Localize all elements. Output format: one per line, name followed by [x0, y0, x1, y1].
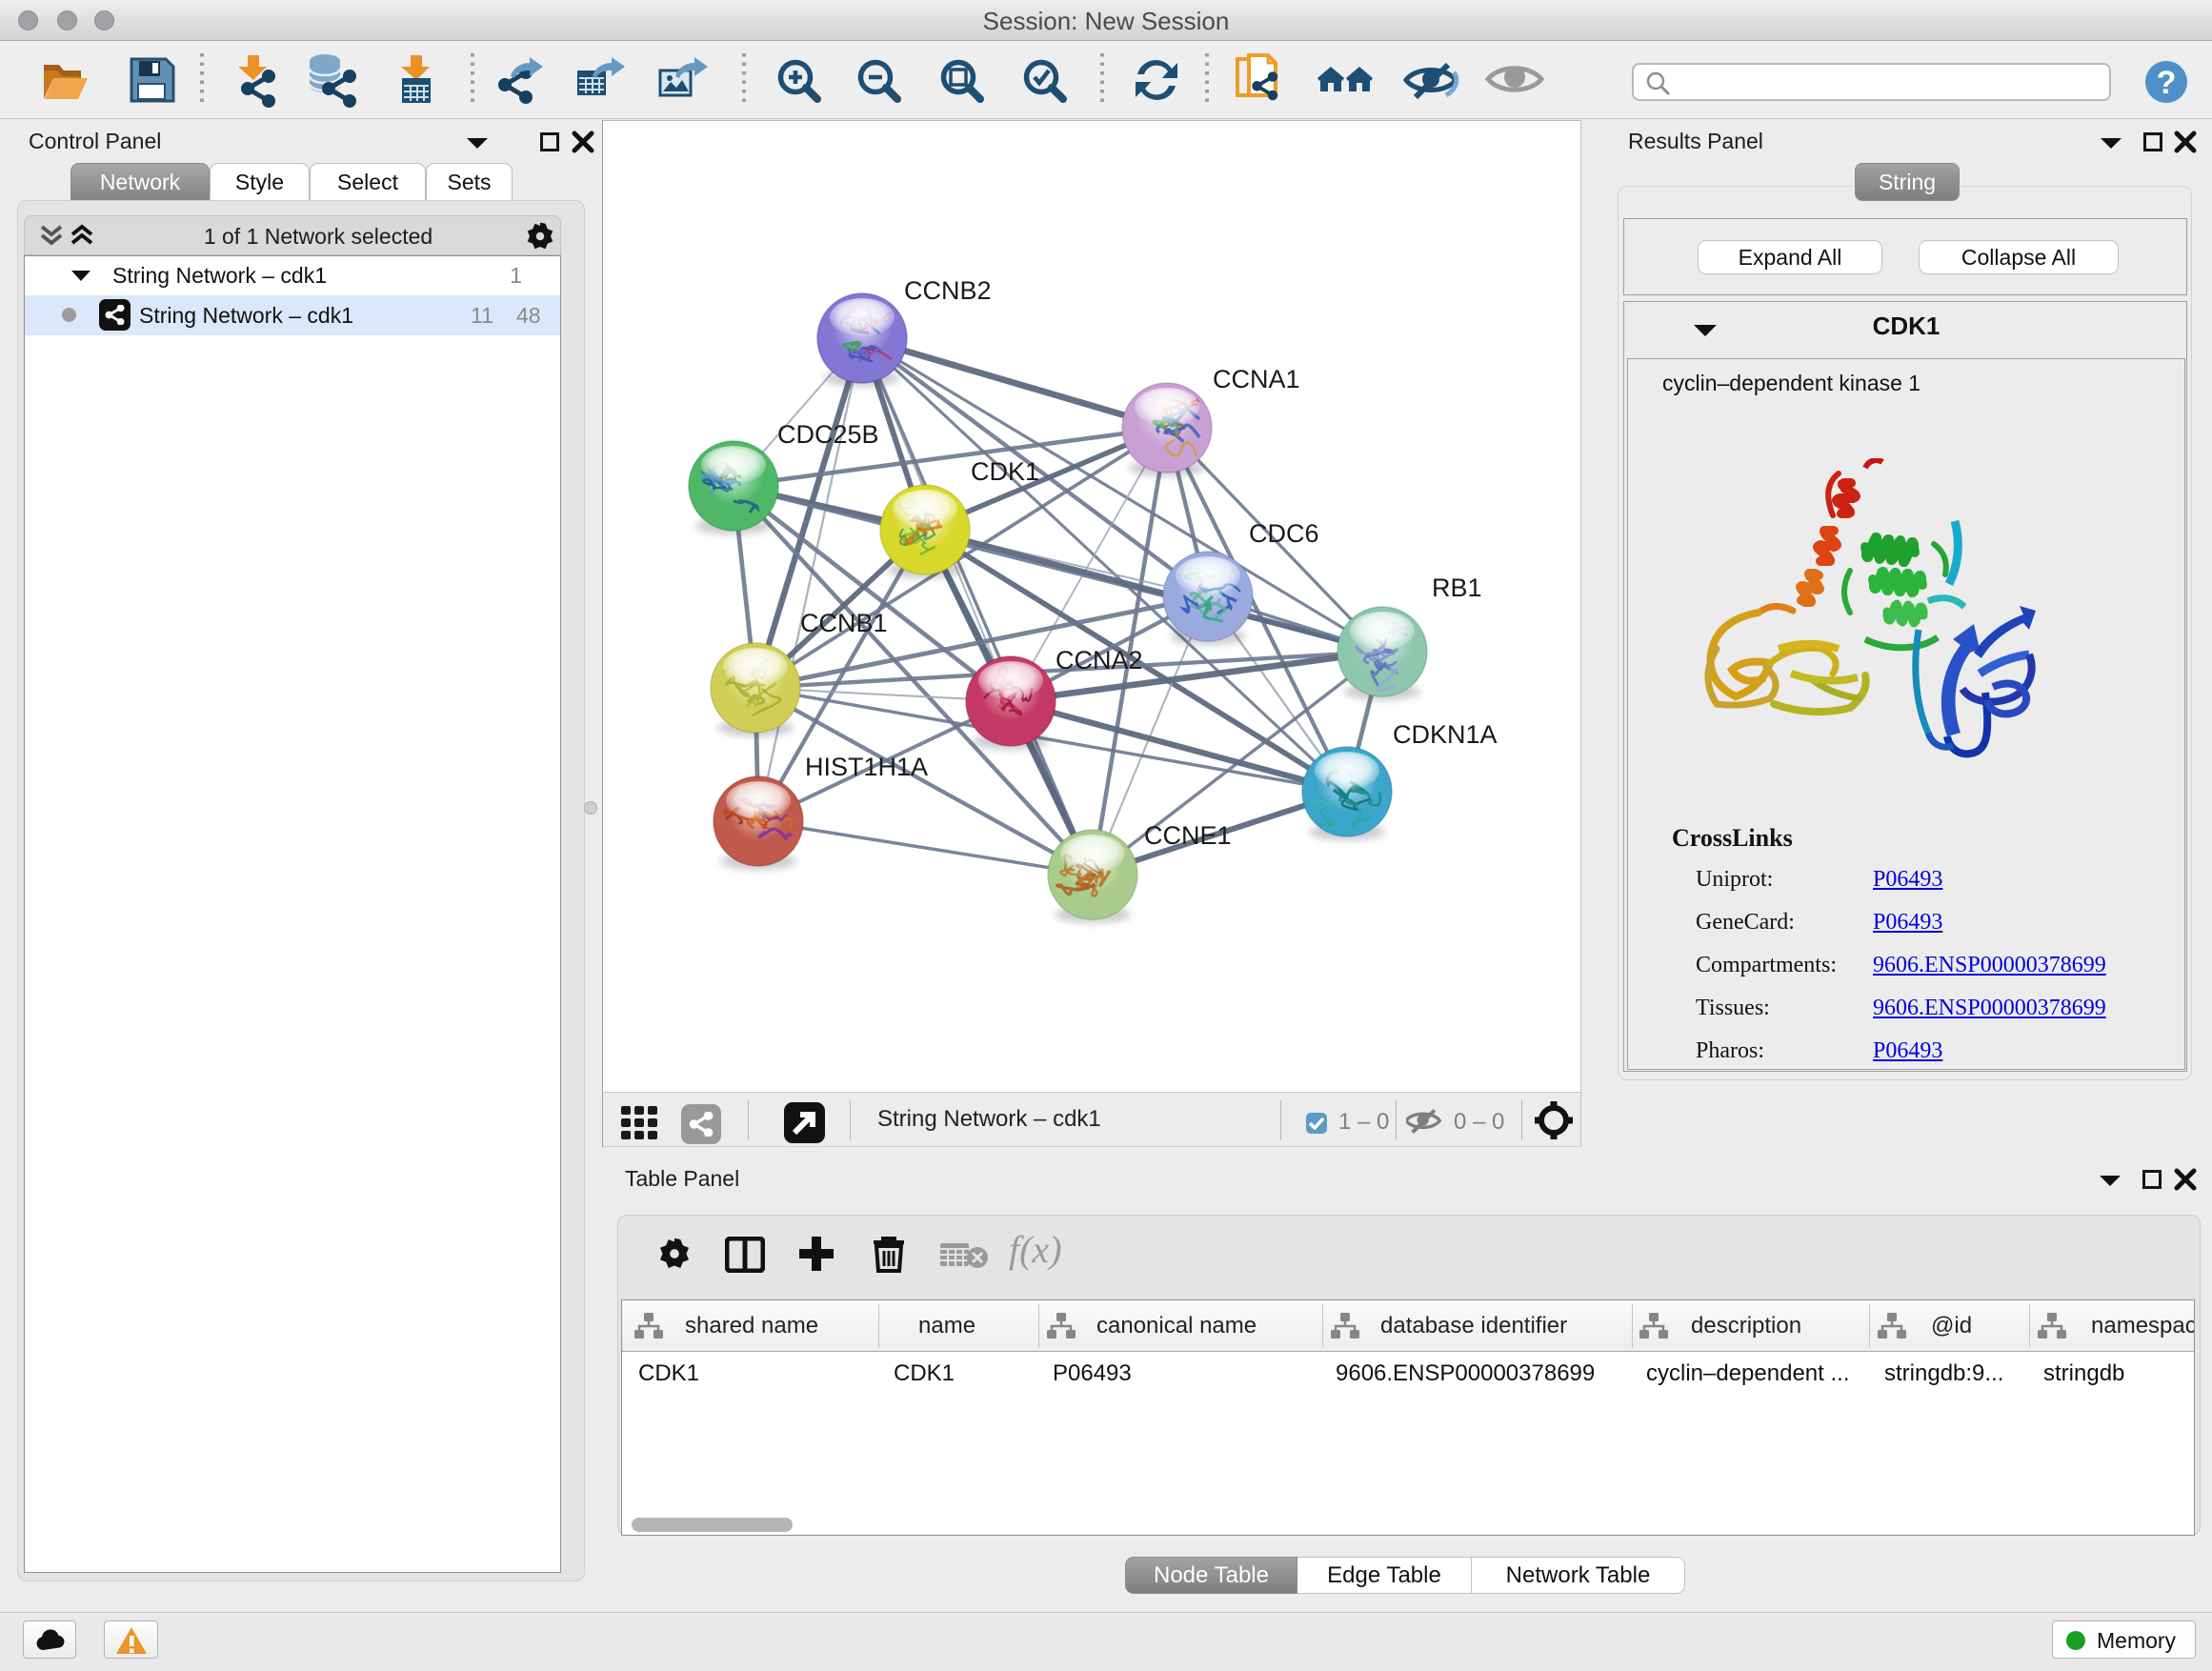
svg-text:CDKN1A: CDKN1A — [1393, 720, 1498, 749]
svg-text:CDK1: CDK1 — [971, 457, 1039, 486]
svg-text:CCNB2: CCNB2 — [904, 276, 992, 305]
svg-text:CDC25B: CDC25B — [777, 420, 879, 449]
svg-text:HIST1H1A: HIST1H1A — [805, 753, 928, 781]
svg-text:CCNE1: CCNE1 — [1144, 821, 1232, 850]
svg-text:CCNA1: CCNA1 — [1213, 365, 1300, 393]
svg-text:CCNB1: CCNB1 — [800, 609, 888, 637]
svg-text:RB1: RB1 — [1432, 574, 1482, 602]
svg-text:CDC6: CDC6 — [1249, 519, 1319, 548]
svg-text:?: ? — [2157, 65, 2177, 101]
svg-text:CCNA2: CCNA2 — [1056, 646, 1143, 674]
